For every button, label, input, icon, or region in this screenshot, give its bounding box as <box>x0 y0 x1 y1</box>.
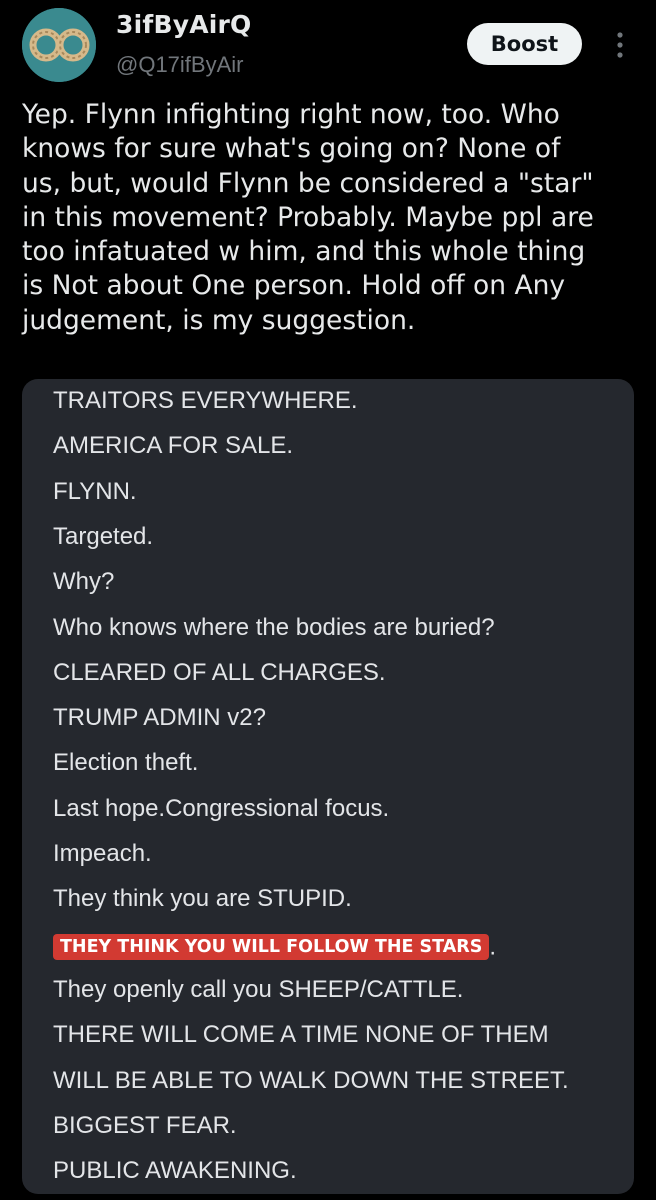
image-text-line: PUBLIC AWAKENING. <box>53 1157 297 1185</box>
more-vertical-icon[interactable] <box>608 28 632 62</box>
post-text-line: us, but, would Flynn be considered a "st… <box>22 167 594 199</box>
author-display-name[interactable]: 3ifByAirQ <box>116 10 252 39</box>
image-text-line: Election theft. <box>53 749 199 777</box>
image-text-line: They think you are STUPID. <box>53 885 352 913</box>
image-text-line: WILL BE ABLE TO WALK DOWN THE STREET. <box>53 1066 569 1094</box>
highlight-suffix: . <box>489 933 497 961</box>
image-text-line: Who knows where the bodies are buried? <box>53 613 495 641</box>
avatar[interactable] <box>22 8 96 82</box>
image-text-line: TRUMP ADMIN v2? <box>53 704 266 732</box>
image-text-line: They openly call you SHEEP/CATTLE. <box>53 975 464 1003</box>
post-text-line: too infatuated w him, and this whole thi… <box>22 236 586 268</box>
post-text-line: in this movement? Probably. Maybe ppl ar… <box>22 201 594 233</box>
boost-button[interactable]: Boost <box>467 23 582 65</box>
post-text-line: knows for sure what's going on? None of <box>22 133 561 165</box>
author-handle[interactable]: @Q17ifByAir <box>116 52 243 78</box>
image-text-line: Why? <box>53 568 115 596</box>
image-text-line: Targeted. <box>53 522 154 550</box>
image-text-line: Impeach. <box>53 840 152 867</box>
image-text-line: THERE WILL COME A TIME NONE OF THEM <box>53 1021 549 1049</box>
highlight-badge: THEY THINK YOU WILL FOLLOW THE STARS <box>53 934 490 961</box>
post-header: 3ifByAirQ @Q17ifByAir Boost <box>0 0 656 90</box>
post-text-line: Yep. Flynn infighting right now, too. Wh… <box>22 99 560 130</box>
image-text-line: TRAITORS EVERYWHERE. <box>53 387 358 414</box>
post-image[interactable]: TRAITORS EVERYWHERE. AMERICA FOR SALE. FLY… <box>22 379 634 1194</box>
image-text-line: BIGGEST FEAR. <box>53 1111 237 1139</box>
image-text-line: AMERICA FOR SALE. <box>53 432 294 460</box>
image-text-line: FLYNN. <box>53 477 137 505</box>
post-text-line: judgement, is my suggestion. <box>22 304 416 336</box>
highlighted-line: THEY THINK YOU WILL FOLLOW THE STARS. <box>53 933 496 962</box>
post-text: Yep. Flynn infighting right now, too. Wh… <box>22 98 642 338</box>
image-text-line: CLEARED OF ALL CHARGES. <box>53 658 386 686</box>
post-text-line: is Not about One person. Hold off on Any <box>22 270 566 302</box>
rope-rings-icon <box>22 8 96 82</box>
image-text-line: Last hope.Congressional focus. <box>53 794 390 822</box>
